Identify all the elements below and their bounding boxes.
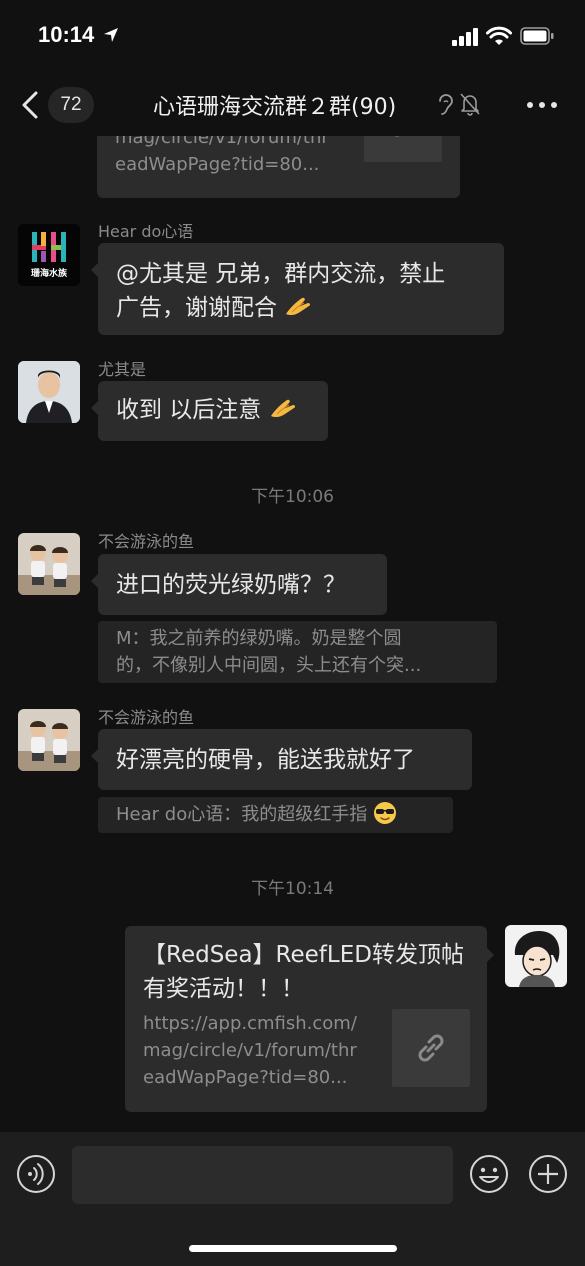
link-url-line: mag/circle/v1/forum/thr xyxy=(115,136,329,148)
wifi-icon xyxy=(486,26,512,45)
add-attachment-icon[interactable] xyxy=(528,1154,568,1194)
link-icon xyxy=(418,1034,444,1062)
sender-name: Hear do心语 xyxy=(98,222,194,241)
link-card-previous[interactable]: mag/circle/v1/forum/thr eadWapPage?tid=8… xyxy=(97,136,460,198)
avatar[interactable]: 珊海水族 xyxy=(18,224,80,286)
avatar[interactable] xyxy=(18,533,80,595)
emoji-picker-icon[interactable] xyxy=(469,1154,509,1194)
message-input[interactable] xyxy=(72,1146,453,1204)
timestamp: 下午10:14 xyxy=(251,879,334,899)
avatar-brand-text: 珊海水族 xyxy=(30,269,67,279)
cartoon-avatar-icon xyxy=(505,925,567,987)
link-thumbnail xyxy=(364,136,442,162)
battery-icon xyxy=(520,27,554,45)
home-indicator[interactable] xyxy=(189,1245,397,1252)
sunglasses-emoji-icon xyxy=(373,802,396,824)
message-text: @尤其是 兄弟，群内交流，禁止 xyxy=(116,261,446,287)
avatar[interactable] xyxy=(18,709,80,771)
quote-text: 的，不像别人中间圆，头上还有个突... xyxy=(116,655,422,676)
voice-input-icon[interactable] xyxy=(16,1154,56,1194)
message-text: 进口的荧光绿奶嘴？？ xyxy=(116,572,346,598)
message-bubble[interactable]: 进口的荧光绿奶嘴？？ xyxy=(91,554,387,615)
sender-name: 不会游泳的鱼 xyxy=(98,532,195,551)
link-title: 【RedSea】ReefLED转发顶帖有奖活动！！！ xyxy=(143,942,464,1002)
link-thumbnail xyxy=(392,1009,470,1087)
message-input-bar xyxy=(0,1132,585,1266)
message-bubble[interactable]: 好漂亮的硬骨，能送我就好了 xyxy=(91,729,472,790)
link-url-line: eadWapPage?tid=80... xyxy=(143,1067,348,1088)
two-kids-photo-icon xyxy=(18,709,80,771)
status-bar: 10:14 xyxy=(0,0,585,74)
message-bubble[interactable]: @尤其是 兄弟，群内交流，禁止 广告，谢谢配合 xyxy=(91,243,504,335)
two-kids-photo-icon xyxy=(18,533,80,595)
cellular-signal-icon xyxy=(452,28,478,46)
more-options-button[interactable] xyxy=(525,100,559,110)
link-icon xyxy=(394,136,400,137)
unread-count-badge[interactable]: 72 xyxy=(48,87,94,123)
quoted-message[interactable]: Hear do心语：我的超级红手指 xyxy=(98,797,453,833)
status-time: 10:14 xyxy=(38,22,95,47)
man-portrait-icon xyxy=(18,361,80,423)
quote-text: Hear do心语：我的超级红手指 xyxy=(116,804,368,825)
link-card-message[interactable]: 【RedSea】ReefLED转发顶帖有奖活动！！！ https://app.c… xyxy=(125,926,487,1112)
ear-receiver-icon xyxy=(439,94,453,115)
message-list[interactable]: mag/circle/v1/forum/thr eadWapPage?tid=8… xyxy=(0,136,585,1132)
my-avatar[interactable] xyxy=(505,925,567,987)
message-text: 好漂亮的硬骨，能送我就好了 xyxy=(116,747,415,773)
sender-name: 不会游泳的鱼 xyxy=(98,708,195,727)
timestamp: 下午10:06 xyxy=(251,487,334,507)
bubble-tail xyxy=(487,948,494,962)
message-bubble[interactable]: 收到 以后注意 xyxy=(91,381,328,441)
group-chat-title: 心语珊海交流群２群(90) xyxy=(153,95,397,120)
sender-name: 尤其是 xyxy=(98,360,147,379)
back-chevron-icon[interactable] xyxy=(18,90,42,120)
quote-text: M：我之前养的绿奶嘴。奶是整个圆 xyxy=(116,628,402,649)
link-url-line: eadWapPage?tid=80... xyxy=(115,154,320,175)
folded-hands-emoji-icon xyxy=(270,399,295,418)
message-text: 广告，谢谢配合 xyxy=(116,295,277,321)
location-arrow-icon xyxy=(104,28,118,42)
link-url-line: mag/circle/v1/forum/thr xyxy=(143,1040,357,1061)
folded-hands-emoji-icon xyxy=(286,297,311,316)
avatar[interactable] xyxy=(18,361,80,423)
mute-bell-icon xyxy=(460,93,480,116)
chat-header: 72 心语珊海交流群２群(90) xyxy=(0,74,585,136)
quoted-message[interactable]: M：我之前养的绿奶嘴。奶是整个圆 的，不像别人中间圆，头上还有个突... xyxy=(98,621,497,683)
link-url-line: https://app.cmfish.com/ xyxy=(143,1013,357,1034)
message-text: 收到 以后注意 xyxy=(116,397,262,423)
